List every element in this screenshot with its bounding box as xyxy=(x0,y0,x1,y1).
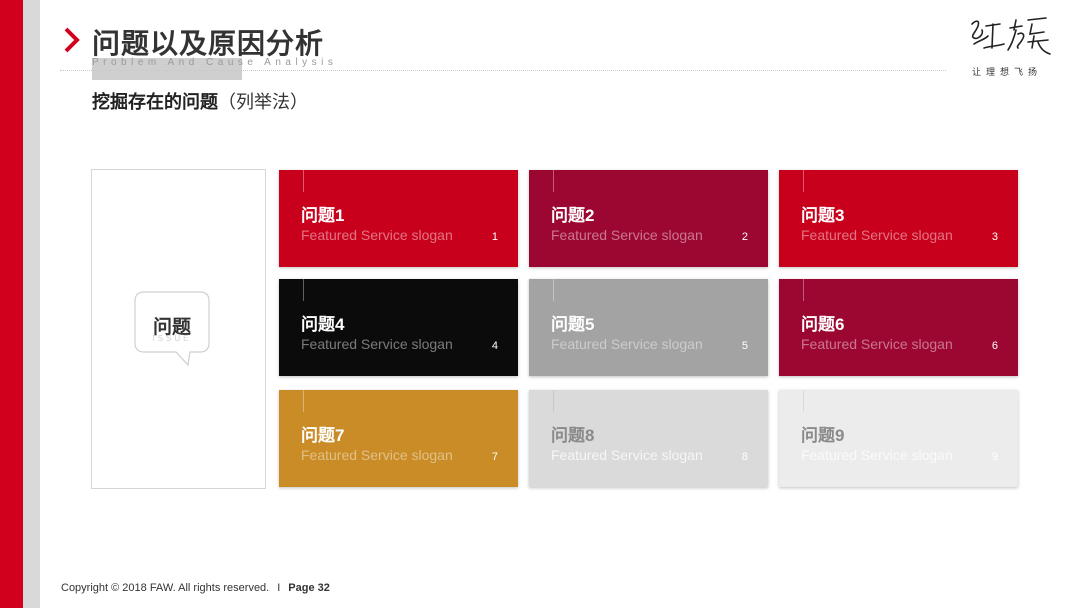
card-number: 3 xyxy=(991,231,998,243)
footer: Copyright © 2018 FAW. All rights reserve… xyxy=(61,582,330,594)
card-title: 问题1 xyxy=(301,206,345,225)
card-slogan: Featured Service slogan xyxy=(551,227,703,243)
page-number: Page 32 xyxy=(288,582,330,594)
brand-slogan: 让理想飞扬 xyxy=(972,67,1043,77)
card-title: 问题2 xyxy=(551,206,595,225)
chevron-right-icon xyxy=(64,27,80,53)
issue-card-9[interactable]: 问题9 Featured Service slogan 9 xyxy=(779,390,1018,487)
card-number: 2 xyxy=(741,231,748,243)
card-number: 6 xyxy=(991,340,998,352)
card-title: 问题9 xyxy=(801,426,845,445)
card-slogan: Featured Service slogan xyxy=(301,227,453,243)
brand-logo xyxy=(971,17,1051,55)
card-tick-mark xyxy=(303,390,304,412)
card-title: 问题5 xyxy=(551,315,595,334)
issue-card-1[interactable]: 问题1 Featured Service slogan 1 xyxy=(279,170,518,267)
footer-copyright: Copyright © 2018 FAW. All rights reserve… xyxy=(61,582,270,594)
card-tick-mark xyxy=(803,279,804,301)
card-tick-mark xyxy=(803,170,804,192)
card-tick-mark xyxy=(553,170,554,192)
card-title: 问题6 xyxy=(801,315,845,334)
card-number: 8 xyxy=(741,451,748,463)
card-slogan: Featured Service slogan xyxy=(551,336,703,352)
card-slogan: Featured Service slogan xyxy=(801,336,953,352)
section-title: 挖掘存在的问题（列举法） xyxy=(92,88,308,114)
card-number: 1 xyxy=(491,231,498,243)
left-gray-stripe xyxy=(23,0,40,608)
card-tick-mark xyxy=(553,279,554,301)
footer-separator: I xyxy=(277,582,281,594)
card-tick-mark xyxy=(303,279,304,301)
page-subtitle-english: Problem And Cause Analysis xyxy=(92,57,338,68)
section-title-main: 挖掘存在的问题 xyxy=(92,92,218,112)
section-title-method: （列举法） xyxy=(218,92,308,112)
issue-card-3[interactable]: 问题3 Featured Service slogan 3 xyxy=(779,170,1018,267)
card-slogan: Featured Service slogan xyxy=(551,447,703,463)
card-slogan: Featured Service slogan xyxy=(301,336,453,352)
issue-card-2[interactable]: 问题2 Featured Service slogan 2 xyxy=(529,170,768,267)
card-slogan: Featured Service slogan xyxy=(801,447,953,463)
card-number: 5 xyxy=(741,340,748,352)
card-tick-mark xyxy=(303,170,304,192)
card-number: 4 xyxy=(491,340,498,352)
issue-card-4[interactable]: 问题4 Featured Service slogan 4 xyxy=(279,279,518,376)
page-title: 问题以及原因分析 xyxy=(92,28,325,59)
card-title: 问题7 xyxy=(301,426,345,445)
card-slogan: Featured Service slogan xyxy=(801,227,953,243)
card-title: 问题3 xyxy=(801,206,845,225)
card-tick-mark xyxy=(803,390,804,412)
left-red-stripe xyxy=(0,0,23,608)
card-title: 问题4 xyxy=(301,315,345,334)
card-tick-mark xyxy=(553,390,554,412)
card-title: 问题8 xyxy=(551,426,595,445)
header-divider xyxy=(60,70,946,71)
card-number: 9 xyxy=(991,451,998,463)
issue-card-5[interactable]: 问题5 Featured Service slogan 5 xyxy=(529,279,768,376)
card-number: 7 xyxy=(491,451,498,463)
issue-card-7[interactable]: 问题7 Featured Service slogan 7 xyxy=(279,390,518,487)
card-slogan: Featured Service slogan xyxy=(301,447,453,463)
issue-sub-label: ISSUE xyxy=(152,334,192,343)
issue-card-8[interactable]: 问题8 Featured Service slogan 8 xyxy=(529,390,768,487)
issue-card-6[interactable]: 问题6 Featured Service slogan 6 xyxy=(779,279,1018,376)
